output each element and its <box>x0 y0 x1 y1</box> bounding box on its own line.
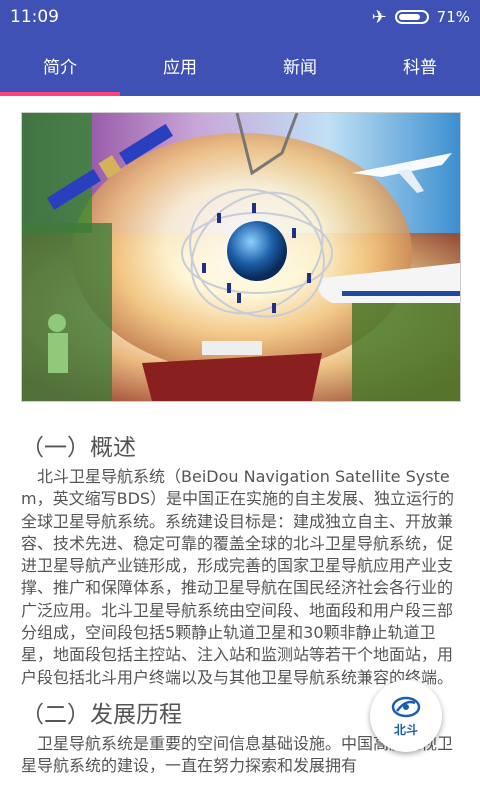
tab-label: 简介 <box>43 57 77 78</box>
beidou-logo-icon <box>391 696 421 717</box>
airplane-mode-icon: ✈ <box>371 6 387 28</box>
battery-icon <box>394 10 429 24</box>
fab-label: 北斗 <box>393 722 418 737</box>
section-body-overview: 北斗卫星导航系统（BeiDou Navigation Satellite Sys… <box>21 467 455 687</box>
tab-applications[interactable]: 应用 <box>120 34 240 96</box>
beidou-fab-button[interactable]: 北斗 <box>370 680 442 752</box>
tab-news[interactable]: 新闻 <box>240 34 360 96</box>
tab-label: 应用 <box>163 57 197 78</box>
status-icons: ✈ 71% <box>372 7 470 28</box>
tab-label: 新闻 <box>283 57 317 78</box>
tab-indicator <box>0 92 120 96</box>
hero-image <box>21 112 461 402</box>
status-time: 11:09 <box>10 7 59 27</box>
section-heading-overview: （一）概述 <box>21 435 136 461</box>
battery-percent: 71% <box>436 8 470 26</box>
tab-intro[interactable]: 简介 <box>0 34 120 96</box>
tab-label: 科普 <box>403 57 437 78</box>
tab-bar: 简介 应用 新闻 科普 <box>0 34 480 96</box>
status-bar: 11:09 ✈ 71% <box>0 0 480 34</box>
tab-science[interactable]: 科普 <box>360 34 480 96</box>
